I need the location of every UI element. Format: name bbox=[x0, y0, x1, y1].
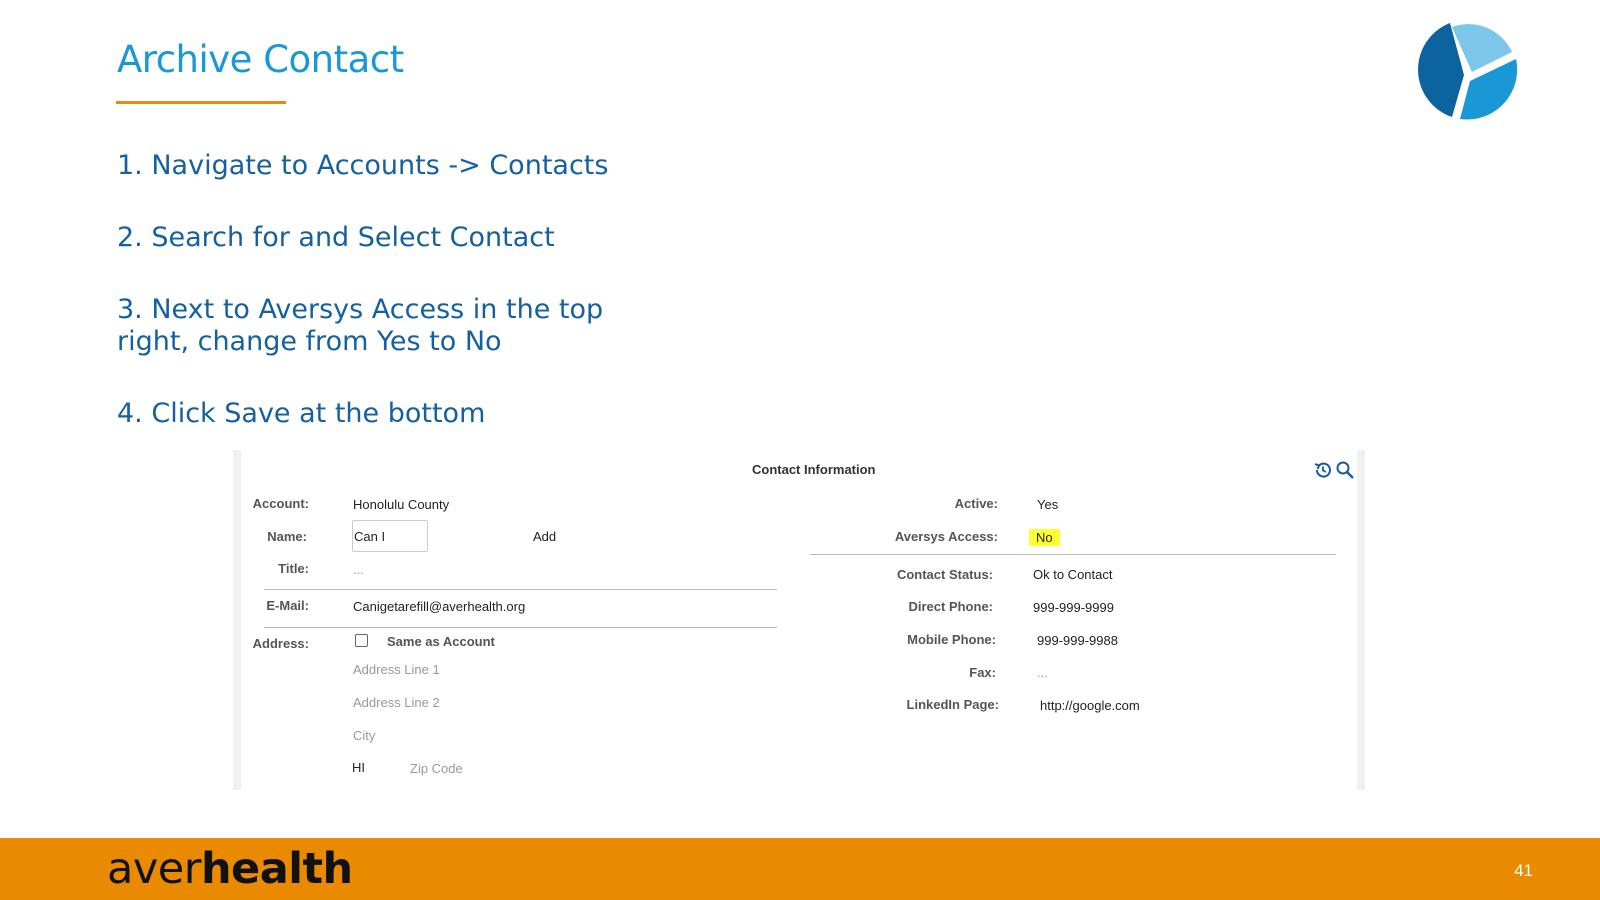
same-as-account-label: Same as Account bbox=[387, 634, 495, 649]
step-4: 4. Click Save at the bottom bbox=[117, 398, 486, 429]
name-value: Can I bbox=[354, 529, 386, 544]
contact-info-panel: Contact Information Account: Honolulu Co… bbox=[233, 450, 1365, 790]
contact-status-label: Contact Status: bbox=[896, 567, 993, 582]
divider bbox=[810, 554, 1336, 555]
address-line-1-input[interactable]: Address Line 1 bbox=[353, 662, 440, 677]
direct-phone-value[interactable]: 999-999-9999 bbox=[1033, 600, 1114, 615]
step-3-line-2: right, change from Yes to No bbox=[117, 326, 502, 357]
history-icon[interactable] bbox=[1313, 460, 1333, 480]
zip-code-input[interactable]: Zip Code bbox=[410, 761, 463, 776]
divider bbox=[264, 589, 777, 590]
name-input[interactable]: Can I bbox=[352, 520, 428, 552]
step-3-line-1: 3. Next to Aversys Access in the top bbox=[117, 294, 604, 325]
contact-status-value[interactable]: Ok to Contact bbox=[1033, 567, 1112, 582]
step-2: 2. Search for and Select Contact bbox=[117, 222, 555, 253]
step-1: 1. Navigate to Accounts -> Contacts bbox=[117, 150, 609, 181]
mobile-phone-value[interactable]: 999-999-9988 bbox=[1037, 633, 1118, 648]
account-label: Account: bbox=[252, 496, 309, 511]
aversys-access-value[interactable]: No bbox=[1029, 529, 1060, 546]
brand-bold: health bbox=[200, 844, 353, 894]
aversys-access-label: Aversys Access: bbox=[894, 529, 998, 544]
active-value[interactable]: Yes bbox=[1037, 497, 1058, 512]
footer-bar: averhealth 41 bbox=[0, 838, 1600, 900]
brand-logo: averhealth bbox=[107, 844, 353, 894]
slide-title: Archive Contact bbox=[117, 38, 404, 81]
direct-phone-label: Direct Phone: bbox=[908, 599, 993, 614]
search-icon[interactable] bbox=[1335, 460, 1355, 480]
address-label: Address: bbox=[252, 636, 309, 651]
fax-value[interactable]: ... bbox=[1037, 665, 1048, 680]
city-input[interactable]: City bbox=[353, 728, 375, 743]
linkedin-label: LinkedIn Page: bbox=[906, 697, 999, 712]
page-number: 41 bbox=[1514, 861, 1533, 880]
active-label: Active: bbox=[954, 496, 998, 511]
add-button[interactable]: Add bbox=[533, 529, 556, 544]
title-field[interactable]: ... bbox=[353, 562, 364, 577]
same-as-account-checkbox[interactable] bbox=[355, 634, 368, 647]
address-line-2-input[interactable]: Address Line 2 bbox=[353, 695, 440, 710]
state-select[interactable]: HI bbox=[352, 760, 365, 775]
email-label: E-Mail: bbox=[266, 598, 309, 613]
mobile-phone-label: Mobile Phone: bbox=[907, 632, 996, 647]
title-underline bbox=[116, 101, 286, 104]
brand-light: aver bbox=[107, 844, 201, 894]
email-value[interactable]: Canigetarefill@averhealth.org bbox=[353, 599, 525, 614]
name-label: Name: bbox=[267, 529, 307, 544]
fax-label: Fax: bbox=[969, 665, 996, 680]
logo-icon bbox=[1418, 23, 1518, 120]
account-value: Honolulu County bbox=[353, 497, 450, 512]
title-label: Title: bbox=[278, 561, 309, 576]
panel-header: Contact Information bbox=[752, 462, 876, 477]
linkedin-value[interactable]: http://google.com bbox=[1040, 698, 1140, 713]
divider bbox=[264, 627, 777, 628]
